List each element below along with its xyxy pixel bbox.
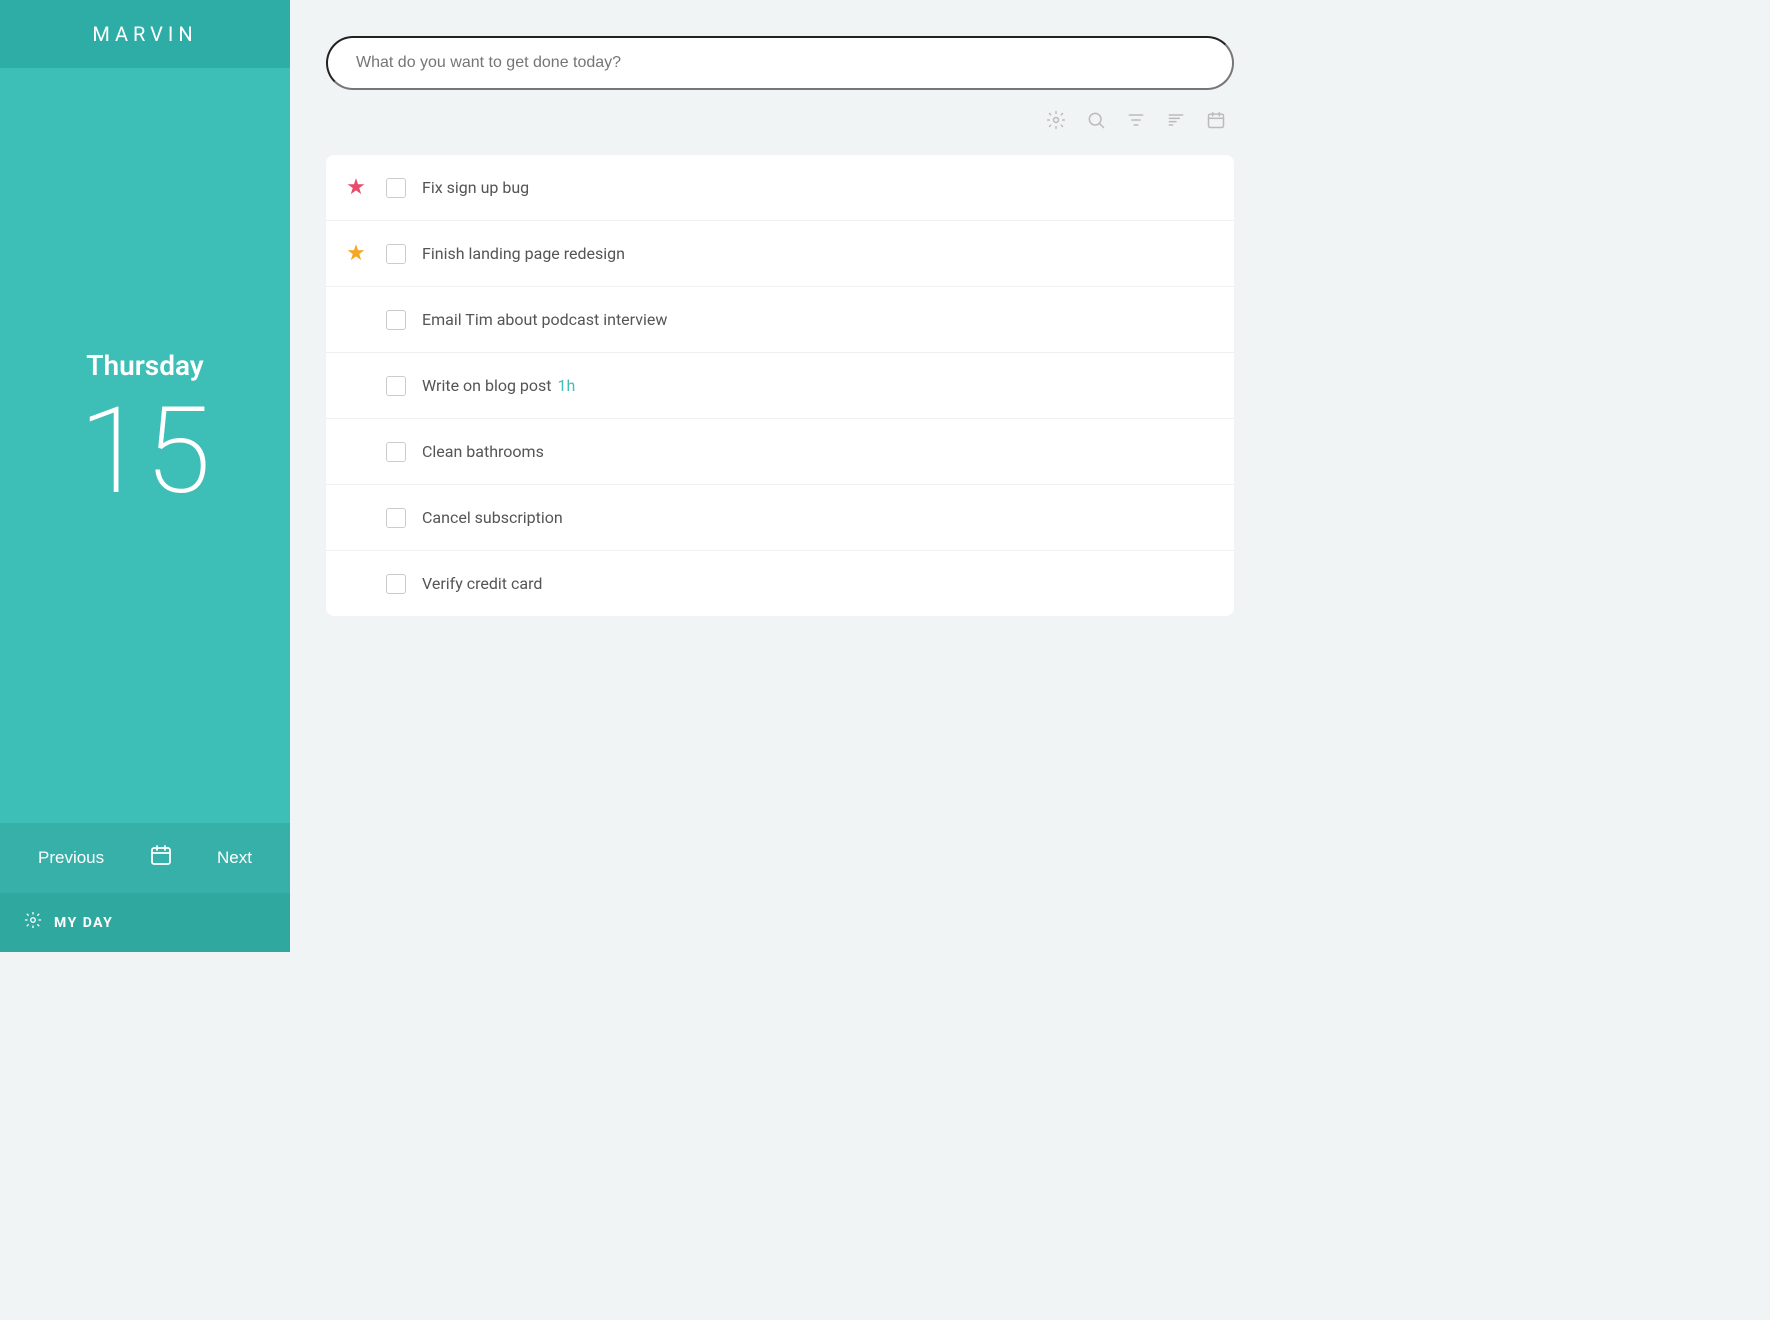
day-name: Thursday	[86, 349, 203, 382]
search-icon[interactable]	[1086, 110, 1106, 135]
task-row: ★ Finish landing page redesign	[326, 221, 1234, 287]
task-label: Finish landing page redesign	[422, 244, 625, 263]
star-col: ★	[326, 505, 386, 530]
toolbar	[326, 110, 1234, 135]
star-col: ★	[326, 241, 386, 266]
task-body: Email Tim about podcast interview	[386, 310, 1210, 330]
star-col: ★	[326, 373, 386, 398]
nav-calendar-icon[interactable]	[149, 843, 173, 873]
task-row: ★ Fix sign up bug	[326, 155, 1234, 221]
task-label: Clean bathrooms	[422, 442, 544, 461]
task-label: Write on blog post	[422, 376, 552, 395]
task-checkbox[interactable]	[386, 244, 406, 264]
task-row: ★ Verify credit card	[326, 551, 1234, 616]
task-body: Cancel subscription	[386, 508, 1210, 528]
task-body: Write on blog post 1h	[386, 376, 1210, 396]
star-col: ★	[326, 439, 386, 464]
star-icon: ★	[346, 571, 366, 596]
task-label: Verify credit card	[422, 574, 542, 593]
star-icon: ★	[346, 307, 366, 332]
star-col: ★	[326, 175, 386, 200]
task-label: Email Tim about podcast interview	[422, 310, 667, 329]
task-body: Verify credit card	[386, 574, 1210, 594]
star-icon: ★	[346, 373, 366, 398]
task-body: Fix sign up bug	[386, 178, 1210, 198]
main-content: ★ Fix sign up bug ★ Finish landing page red…	[290, 0, 1270, 952]
star-icon: ★	[346, 505, 366, 530]
star-icon: ★	[346, 439, 366, 464]
my-day-label: MY DAY	[54, 915, 113, 931]
task-row: ★ Clean bathrooms	[326, 419, 1234, 485]
star-col: ★	[326, 307, 386, 332]
search-input[interactable]	[326, 36, 1234, 90]
next-button[interactable]: Next	[209, 844, 260, 872]
sort-icon[interactable]	[1166, 110, 1186, 135]
sidebar: MARVIN Thursday 15 Previous Next MY DAY	[0, 0, 290, 952]
task-checkbox[interactable]	[386, 310, 406, 330]
my-day-gear-icon	[24, 911, 42, 934]
task-label: Cancel subscription	[422, 508, 563, 527]
task-row: ★ Email Tim about podcast interview	[326, 287, 1234, 353]
task-time-badge: 1h	[558, 376, 576, 395]
app-logo: MARVIN	[92, 22, 197, 46]
star-icon[interactable]: ★	[346, 241, 366, 266]
day-number: 15	[79, 392, 211, 512]
star-col: ★	[326, 571, 386, 596]
sidebar-header: MARVIN	[0, 0, 290, 68]
my-day-section[interactable]: MY DAY	[0, 893, 290, 952]
task-checkbox[interactable]	[386, 376, 406, 396]
star-icon[interactable]: ★	[346, 175, 366, 200]
task-body: Clean bathrooms	[386, 442, 1210, 462]
task-row: ★ Write on blog post 1h	[326, 353, 1234, 419]
gear-icon[interactable]	[1046, 110, 1066, 135]
task-label: Fix sign up bug	[422, 178, 529, 197]
task-checkbox[interactable]	[386, 178, 406, 198]
filter-icon[interactable]	[1126, 110, 1146, 135]
task-row: ★ Cancel subscription	[326, 485, 1234, 551]
task-checkbox[interactable]	[386, 574, 406, 594]
task-list: ★ Fix sign up bug ★ Finish landing page red…	[326, 155, 1234, 616]
task-checkbox[interactable]	[386, 508, 406, 528]
previous-button[interactable]: Previous	[30, 844, 112, 872]
task-checkbox[interactable]	[386, 442, 406, 462]
sidebar-nav: Previous Next	[0, 823, 290, 893]
task-body: Finish landing page redesign	[386, 244, 1210, 264]
calendar-icon[interactable]	[1206, 110, 1226, 135]
date-section: Thursday 15	[0, 68, 290, 823]
